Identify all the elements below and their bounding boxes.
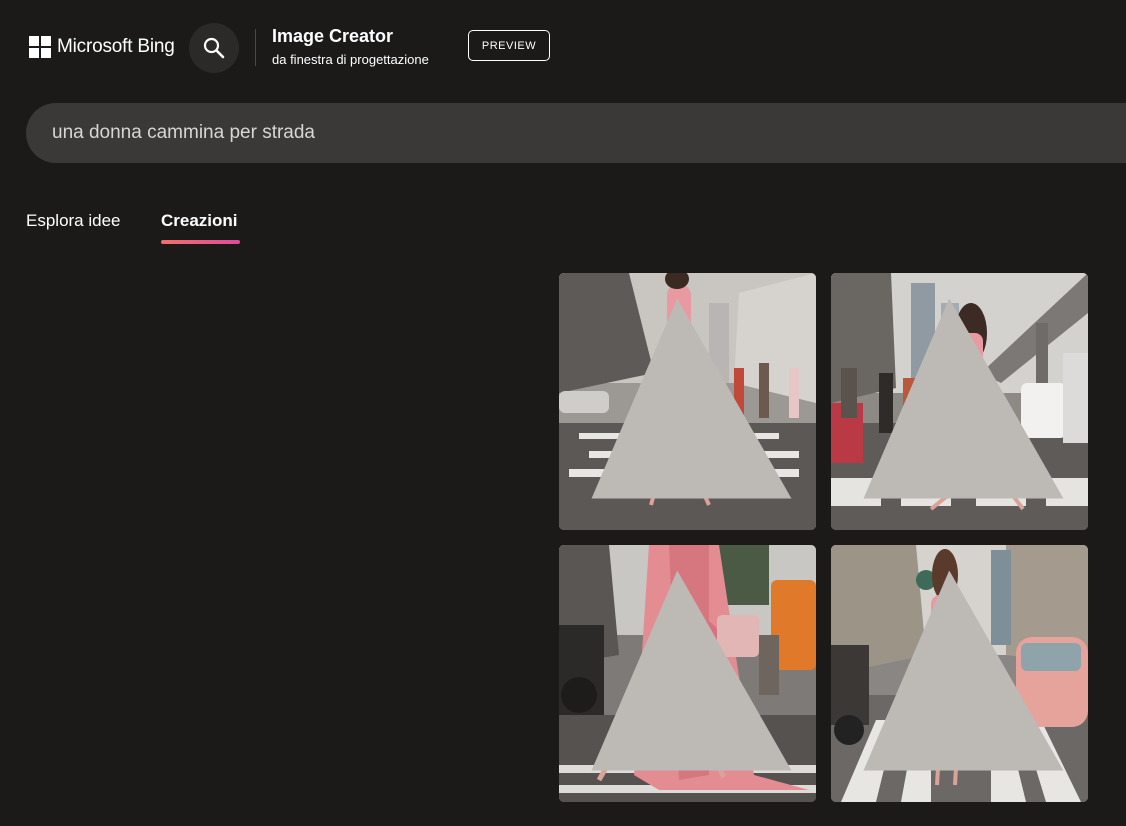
prompt-bar	[26, 103, 1126, 163]
bing-logo[interactable]: Microsoft Bing	[29, 34, 175, 60]
search-icon	[203, 37, 225, 59]
tab-creations[interactable]: Creazioni	[161, 211, 238, 231]
preview-badge: PREVIEW	[468, 30, 550, 61]
app-title[interactable]: Image Creator	[272, 26, 393, 47]
generated-image-1[interactable]	[559, 273, 816, 530]
windows-logo-icon	[29, 36, 51, 58]
active-tab-indicator	[161, 240, 240, 244]
prompt-input[interactable]	[52, 103, 1052, 163]
watermark-icon	[863, 570, 1064, 771]
watermark-icon	[591, 298, 792, 499]
search-button[interactable]	[189, 23, 239, 73]
generated-image-2[interactable]	[831, 273, 1088, 530]
watermark-icon	[863, 298, 1064, 499]
generated-image-3[interactable]	[559, 545, 816, 802]
brand-name: Microsoft Bing	[57, 36, 175, 57]
image-creator-page: Microsoft Bing Image Creator da finestra…	[0, 0, 1126, 826]
watermark-icon	[591, 570, 792, 771]
app-subtitle: da finestra di progettazione	[272, 52, 429, 67]
generated-image-4[interactable]	[831, 545, 1088, 802]
header: Microsoft Bing Image Creator da finestra…	[0, 0, 1126, 95]
header-divider	[255, 29, 256, 66]
tab-explore-ideas[interactable]: Esplora idee	[26, 211, 121, 231]
